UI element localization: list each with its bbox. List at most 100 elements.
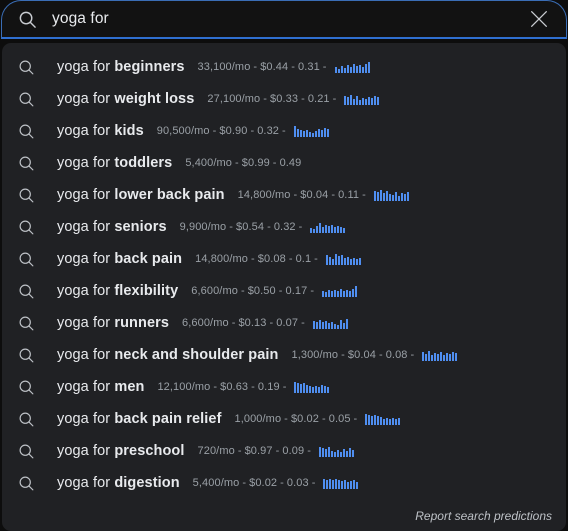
sparkline-bar bbox=[383, 418, 386, 425]
trend-sparkline bbox=[322, 285, 358, 297]
sparkline-bar bbox=[431, 354, 434, 361]
sparkline-bar bbox=[325, 224, 328, 233]
suggestion-metrics: 33,100/mo - $0.44-0.31- bbox=[198, 61, 370, 73]
suggestion-metrics: 14,800/mo - $0.04-0.11- bbox=[238, 189, 409, 201]
suggestion-completion: seniors bbox=[114, 219, 167, 235]
sparkline-bar bbox=[356, 95, 359, 105]
sparkline-bar bbox=[328, 289, 331, 297]
sparkline-bar bbox=[312, 320, 315, 329]
suggestion-prefix: yoga for bbox=[57, 347, 115, 363]
sparkline-bar bbox=[329, 478, 332, 489]
sparkline-bar bbox=[373, 190, 376, 201]
sparkline-bar bbox=[346, 64, 349, 73]
sparkline-bar bbox=[400, 192, 403, 201]
sparkline-bar bbox=[333, 323, 336, 329]
suggestion-row[interactable]: yoga for back pain 14,800/mo - $0.08-0.1- bbox=[2, 243, 566, 275]
sparkline-bar bbox=[377, 96, 380, 105]
sparkline-bar bbox=[324, 385, 327, 393]
sparkline-bar bbox=[332, 479, 335, 489]
search-input[interactable]: yoga for bbox=[52, 10, 522, 28]
suggestion-completion: men bbox=[114, 379, 145, 395]
suggestion-prefix: yoga for bbox=[57, 251, 115, 267]
sparkline-bar bbox=[334, 289, 337, 297]
metric-separator: - bbox=[307, 445, 311, 457]
metric-separator: - bbox=[322, 61, 327, 73]
sparkline-bar bbox=[386, 417, 389, 425]
metric-separator: - bbox=[272, 157, 277, 169]
sparkline-bar bbox=[322, 290, 325, 297]
suggestion-row[interactable]: yoga for neck and shoulder pain 1,300/mo -… bbox=[2, 339, 566, 371]
sparkline-bar bbox=[358, 64, 361, 73]
suggestion-row[interactable]: yoga for digestion 5,400/mo - $0.02-0.03- bbox=[2, 467, 566, 499]
suggestion-row[interactable]: yoga for back pain relief 1,000/mo - $0.02-… bbox=[2, 403, 566, 435]
sparkline-bar bbox=[374, 414, 377, 425]
metric-volume: 5,400/mo bbox=[192, 477, 240, 489]
sparkline-bar bbox=[355, 285, 358, 297]
suggestion-metrics: 12,100/mo - $0.63-0.19- bbox=[157, 381, 330, 393]
suggestion-row[interactable]: yoga for flexibility 6,600/mo - $0.50-0.17- bbox=[2, 275, 566, 307]
metric-cpc: $0.08 bbox=[257, 253, 286, 265]
suggestion-text: yoga for seniors bbox=[57, 219, 167, 235]
sparkline-bar bbox=[299, 129, 302, 137]
search-icon bbox=[18, 347, 42, 364]
metric-separator: - bbox=[310, 285, 315, 297]
metric-cpc: $0.97 bbox=[244, 445, 273, 457]
search-bar[interactable]: yoga for bbox=[1, 0, 567, 39]
sparkline-bar bbox=[389, 418, 392, 425]
suggestion-text: yoga for flexibility bbox=[57, 283, 178, 299]
suggestion-row[interactable]: yoga for lower back pain 14,800/mo - $0.04-… bbox=[2, 179, 566, 211]
suggestion-text: yoga for beginners bbox=[57, 59, 185, 75]
suggestion-prefix: yoga for bbox=[57, 59, 115, 75]
report-search-predictions-link[interactable]: Report search predictions bbox=[415, 509, 552, 523]
close-icon[interactable] bbox=[522, 2, 556, 36]
metric-separator: - bbox=[291, 61, 295, 73]
suggestion-row[interactable]: yoga for runners 6,600/mo - $0.13-0.07- bbox=[2, 307, 566, 339]
suggestion-row[interactable]: yoga for men 12,100/mo - $0.63-0.19- bbox=[2, 371, 566, 403]
sparkline-bar bbox=[306, 384, 309, 393]
metric-score: 0.1 bbox=[295, 253, 312, 265]
suggestion-row[interactable]: yoga for seniors 9,900/mo - $0.54-0.32- bbox=[2, 211, 566, 243]
metric-score: 0.11 bbox=[338, 189, 360, 201]
sparkline-bar bbox=[343, 227, 346, 233]
suggestion-completion: weight loss bbox=[114, 91, 195, 107]
suggestion-text: yoga for kids bbox=[57, 123, 144, 139]
metric-volume: 90,500/mo bbox=[156, 125, 210, 137]
sparkline-bar bbox=[324, 448, 327, 457]
suggestion-prefix: yoga for bbox=[57, 411, 115, 427]
sparkline-bar bbox=[364, 63, 367, 73]
suggestion-row[interactable]: yoga for toddlers 5,400/mo - $0.99-0.49 bbox=[2, 147, 566, 179]
sparkline-bar bbox=[406, 191, 409, 201]
metric-cpc: $0.63 bbox=[220, 381, 249, 393]
suggestion-metrics: 14,800/mo - $0.08-0.1- bbox=[195, 253, 361, 265]
sparkline-bar bbox=[321, 447, 324, 457]
sparkline-bar bbox=[350, 480, 353, 489]
sparkline-bar bbox=[330, 450, 333, 457]
search-icon bbox=[18, 443, 42, 460]
suggestion-row[interactable]: yoga for beginners 33,100/mo - $0.44-0.31- bbox=[2, 51, 566, 83]
suggestion-row[interactable]: yoga for weight loss 27,100/mo - $0.33-0.21… bbox=[2, 83, 566, 115]
trend-sparkline bbox=[334, 61, 370, 73]
metric-cpc: $0.54 bbox=[236, 221, 265, 233]
sparkline-bar bbox=[328, 256, 331, 265]
metric-volume: 1,000/mo bbox=[234, 413, 282, 425]
suggestion-text: yoga for toddlers bbox=[57, 155, 172, 171]
suggestion-completion: flexibility bbox=[114, 283, 179, 299]
metric-score: 0.31 bbox=[297, 61, 320, 73]
metric-cpc: $0.90 bbox=[219, 125, 248, 137]
metric-separator: - bbox=[269, 317, 274, 329]
sparkline-bar bbox=[318, 386, 321, 393]
sparkline-bar bbox=[437, 353, 440, 361]
trend-sparkline bbox=[365, 413, 401, 425]
metric-score: 0.17 bbox=[285, 285, 308, 297]
suggestion-completion: digestion bbox=[114, 475, 180, 491]
metric-separator: - bbox=[282, 125, 286, 137]
sparkline-bar bbox=[335, 478, 338, 489]
suggestion-text: yoga for weight loss bbox=[57, 91, 194, 107]
sparkline-bar bbox=[323, 478, 326, 489]
metric-volume: 12,100/mo bbox=[157, 381, 211, 393]
metric-separator: - bbox=[235, 157, 239, 169]
sparkline-bar bbox=[395, 418, 398, 425]
suggestion-metrics: 5,400/mo - $0.99-0.49 bbox=[185, 157, 301, 169]
suggestion-row[interactable]: yoga for preschool 720/mo - $0.97-0.09- bbox=[2, 435, 566, 467]
suggestion-row[interactable]: yoga for kids 90,500/mo - $0.90-0.32- bbox=[2, 115, 566, 147]
